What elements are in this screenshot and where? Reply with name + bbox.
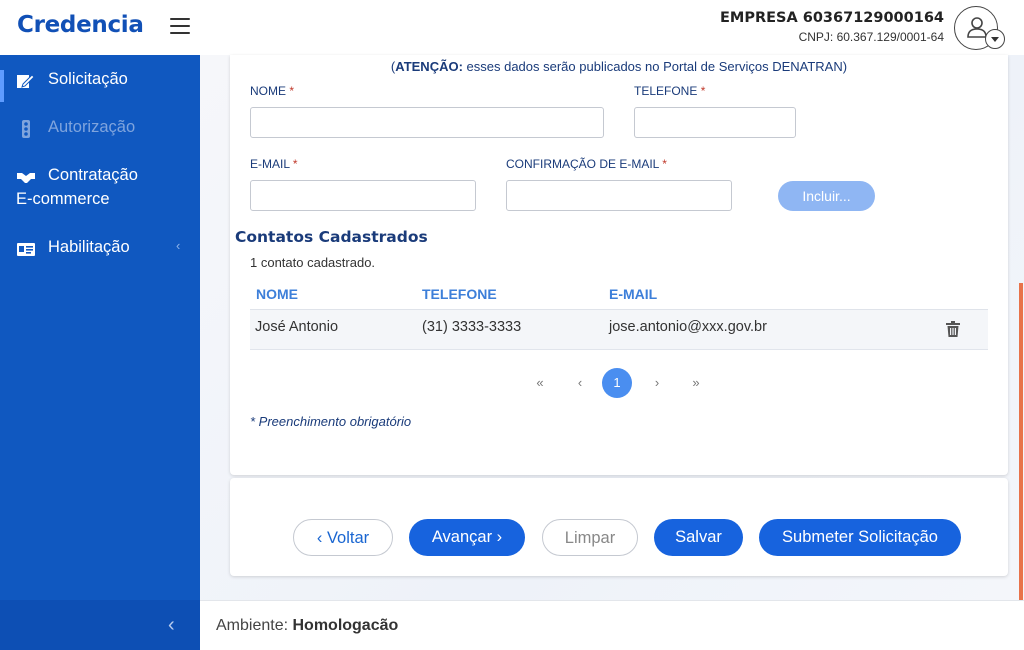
avancar-button[interactable]: Avançar › (409, 519, 525, 556)
pagination-first[interactable]: « (525, 368, 555, 398)
chevron-left-icon[interactable]: ‹ (176, 238, 180, 253)
menu-toggle-icon[interactable] (170, 18, 190, 34)
incluir-button[interactable]: Incluir... (778, 181, 875, 211)
telefone-label: TELEFONE * (634, 84, 706, 98)
edit-document-icon (17, 74, 35, 88)
company-info: EMPRESA 60367129000164 CNPJ: 60.367.129/… (720, 10, 944, 44)
pagination-last[interactable]: » (681, 368, 711, 398)
id-card-icon (17, 243, 35, 256)
confirm-email-input[interactable] (506, 180, 732, 211)
contacts-count: 1 contato cadastrado. (250, 255, 376, 270)
submeter-button[interactable]: Submeter Solicitação (759, 519, 961, 556)
contacts-title: Contatos Cadastrados (235, 228, 428, 246)
telefone-input[interactable] (634, 107, 796, 138)
company-name: EMPRESA 60367129000164 (720, 10, 944, 26)
sidebar-item-label: Solicitação (48, 70, 128, 88)
notice-text: (ATENÇÃO: esses dados serão publicados n… (390, 59, 848, 74)
sidebar-item-autorizacao[interactable]: Autorização (0, 118, 200, 150)
sidebar-item-label-line2: E-commerce (16, 190, 110, 208)
pagination-page-1[interactable]: 1 (602, 368, 632, 398)
table-row[interactable]: José Antonio (31) 3333-3333 jose.antonio… (250, 310, 988, 350)
sidebar-footer: ‹ (0, 600, 200, 650)
trash-icon[interactable] (946, 321, 960, 337)
handshake-icon (17, 173, 35, 183)
scrollbar-accent[interactable] (1019, 283, 1023, 600)
cell-email: jose.antonio@xxx.gov.br (609, 319, 767, 335)
chevron-right-icon: › (496, 528, 503, 546)
company-cnpj: CNPJ: 60.367.129/0001-64 (798, 30, 944, 44)
sidebar-item-label: Autorização (48, 118, 136, 136)
collapse-sidebar-icon[interactable]: ‹ (168, 614, 175, 637)
column-header-telefone[interactable]: TELEFONE (422, 286, 497, 302)
nome-input[interactable] (250, 107, 604, 138)
user-menu-dropdown-icon[interactable] (985, 29, 1005, 49)
cell-nome: José Antonio (255, 319, 339, 335)
sidebar-item-contratacao[interactable]: Contratação E-commerce (0, 166, 200, 216)
pagination-next[interactable]: › (642, 368, 672, 398)
pagination-prev[interactable]: ‹ (565, 368, 595, 398)
limpar-button[interactable]: Limpar (542, 519, 638, 556)
sidebar: Solicitação Autorização Contratação E-co… (0, 55, 200, 600)
top-header: Credencia EMPRESA 60367129000164 CNPJ: 6… (0, 0, 1024, 55)
sidebar-item-solicitacao[interactable]: Solicitação (0, 70, 200, 102)
chevron-left-icon: ‹ (316, 529, 323, 547)
cell-telefone: (31) 3333-3333 (422, 319, 522, 335)
required-note: * Preenchimento obrigatório (250, 414, 412, 429)
environment-info: Ambiente: Homologacão (216, 617, 399, 634)
confirm-email-label: CONFIRMAÇÃO DE E-MAIL * (506, 157, 667, 171)
app-logo[interactable]: Credencia (17, 12, 144, 38)
sidebar-item-label: Habilitação (48, 238, 130, 256)
column-header-email[interactable]: E-MAIL (609, 286, 657, 302)
voltar-button[interactable]: ‹ Voltar (293, 519, 393, 556)
sidebar-item-label: Contratação (48, 166, 138, 184)
traffic-light-icon (22, 120, 30, 138)
column-header-nome[interactable]: NOME (256, 286, 298, 302)
sidebar-item-habilitacao[interactable]: Habilitação ‹ (0, 238, 200, 270)
nome-label: NOME * (250, 84, 295, 98)
email-label: E-MAIL * (250, 157, 298, 171)
salvar-button[interactable]: Salvar (654, 519, 743, 556)
footer: Ambiente: Homologacão (200, 600, 1024, 650)
email-input[interactable] (250, 180, 476, 211)
